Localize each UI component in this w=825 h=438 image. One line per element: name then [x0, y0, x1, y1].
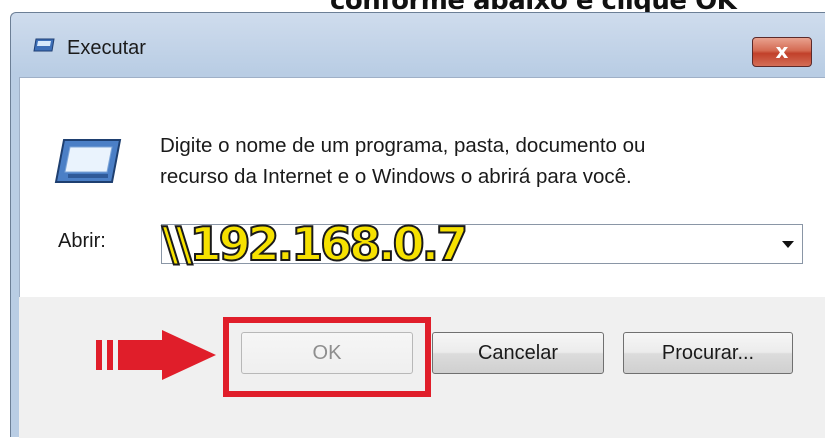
close-icon: x	[775, 39, 789, 63]
open-input-value: \\192.168.0.7	[161, 216, 469, 272]
dialog-content: Digite o nome de um programa, pasta, doc…	[19, 77, 825, 297]
browse-button[interactable]: Procurar...	[623, 332, 793, 374]
description-line-2: recurso da Internet e o Windows o abrirá…	[160, 165, 632, 188]
pointer-arrow-icon	[96, 330, 216, 380]
close-button[interactable]: x	[752, 37, 812, 67]
open-label-text: Abrir:	[58, 230, 106, 252]
run-icon-small	[33, 38, 55, 52]
title-bar[interactable]: Executar x	[11, 13, 825, 77]
window-title: Executar	[67, 37, 146, 59]
ok-button[interactable]: OK	[241, 332, 413, 374]
dropdown-arrow-icon[interactable]	[782, 241, 794, 248]
open-combobox[interactable]: \\192.168.0.7	[161, 216, 803, 272]
run-program-icon	[54, 139, 122, 183]
cancel-button[interactable]: Cancelar	[432, 332, 604, 374]
open-label: Abrir:	[58, 230, 106, 253]
description: Digite o nome de um programa, pasta, doc…	[160, 130, 645, 192]
description-line-1: Digite o nome de um programa, pasta, doc…	[160, 134, 646, 157]
